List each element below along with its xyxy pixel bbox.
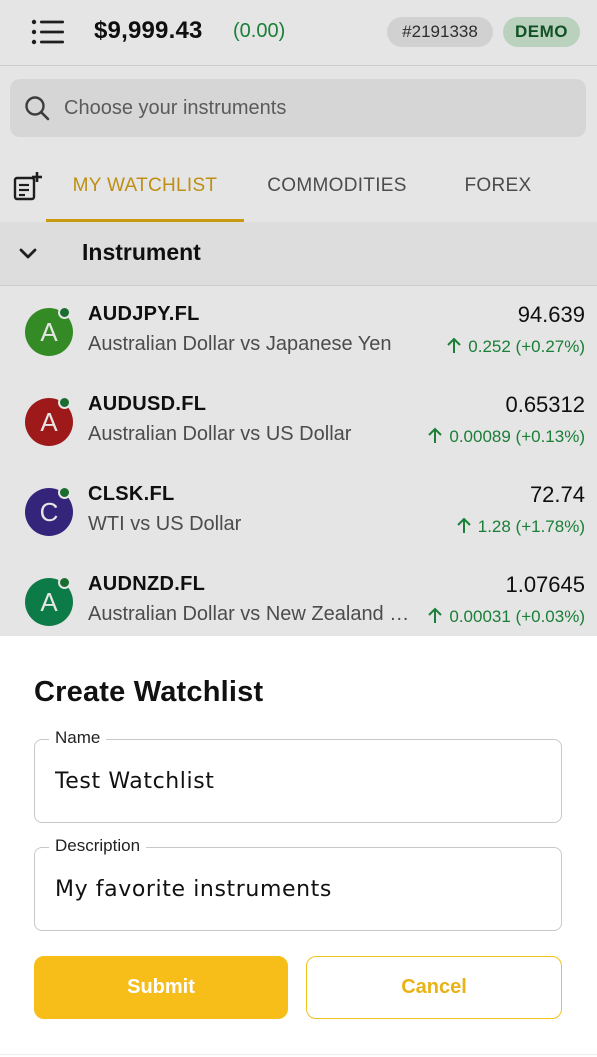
name-field[interactable]: Name — [34, 728, 562, 823]
submit-button[interactable]: Submit — [34, 956, 288, 1019]
description-field[interactable]: Description — [34, 836, 562, 931]
description-input[interactable] — [55, 848, 545, 930]
cancel-button[interactable]: Cancel — [306, 956, 562, 1019]
modal-backdrop[interactable] — [0, 0, 597, 636]
divider — [0, 1054, 597, 1055]
sheet-title: Create Watchlist — [34, 676, 264, 708]
create-watchlist-sheet: Create Watchlist Name Description Submit… — [0, 636, 597, 1057]
name-input[interactable] — [55, 740, 545, 822]
